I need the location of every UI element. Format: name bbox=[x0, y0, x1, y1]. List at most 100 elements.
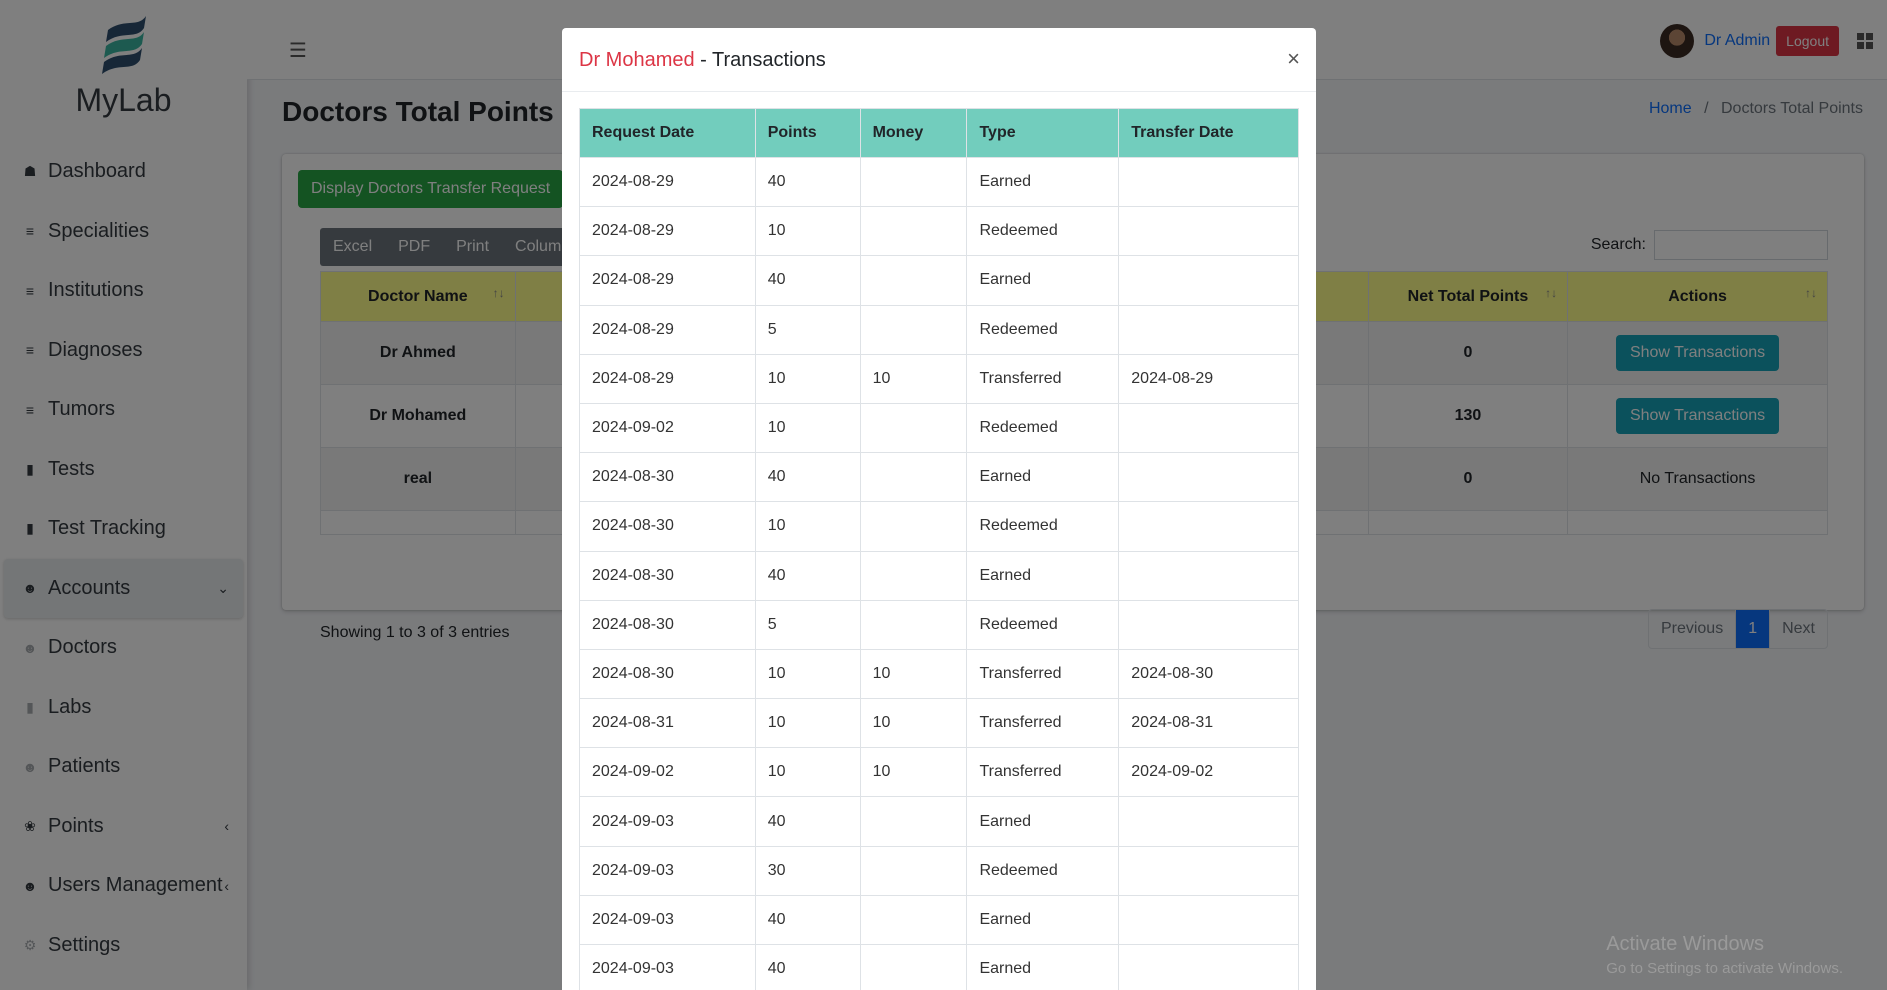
type-cell: Transferred bbox=[966, 648, 1120, 700]
transfer-date-cell: 2024-08-30 bbox=[1118, 648, 1299, 700]
transfer-date-cell bbox=[1118, 943, 1299, 990]
points-cell: 30 bbox=[754, 845, 861, 896]
points-cell: 10 bbox=[754, 353, 861, 404]
request-date-cell: 2024-08-30 bbox=[579, 501, 756, 552]
transactions-modal: Dr Mohamed - Transactions × Request Date… bbox=[562, 28, 1316, 990]
column-header-type: Type bbox=[966, 108, 1120, 158]
transfer-date-cell bbox=[1118, 550, 1299, 601]
request-date-cell: 2024-08-29 bbox=[579, 156, 756, 208]
type-cell: Redeemed bbox=[966, 501, 1120, 552]
table-row: 2024-08-30 5 Redeemed bbox=[579, 599, 1299, 650]
points-cell: 40 bbox=[754, 255, 861, 306]
modal-title: Dr Mohamed - Transactions bbox=[579, 49, 826, 72]
windows-activation-watermark: Activate Windows Go to Settings to activ… bbox=[1606, 933, 1843, 977]
money-cell bbox=[859, 501, 968, 552]
request-date-cell: 2024-08-30 bbox=[579, 648, 756, 700]
points-cell: 40 bbox=[754, 796, 861, 847]
transfer-date-cell bbox=[1118, 452, 1299, 503]
transfer-date-cell bbox=[1118, 599, 1299, 650]
request-date-cell: 2024-08-30 bbox=[579, 599, 756, 650]
transfer-date-cell bbox=[1118, 501, 1299, 552]
transfer-date-cell bbox=[1118, 894, 1299, 946]
transfer-date-cell: 2024-08-31 bbox=[1118, 698, 1299, 749]
table-row: 2024-08-31 10 10 Transferred 2024-08-31 bbox=[579, 698, 1299, 749]
type-cell: Redeemed bbox=[966, 304, 1120, 355]
transfer-date-cell: 2024-09-02 bbox=[1118, 747, 1299, 798]
money-cell bbox=[859, 796, 968, 847]
money-cell: 10 bbox=[859, 698, 968, 749]
transfer-date-cell bbox=[1118, 845, 1299, 896]
type-cell: Earned bbox=[966, 550, 1120, 601]
points-cell: 40 bbox=[754, 156, 861, 208]
money-cell bbox=[859, 156, 968, 208]
points-cell: 40 bbox=[754, 452, 861, 503]
points-cell: 10 bbox=[754, 501, 861, 552]
table-row: 2024-09-03 40 Earned bbox=[579, 796, 1299, 847]
transfer-date-cell bbox=[1118, 206, 1299, 257]
money-cell: 10 bbox=[859, 747, 968, 798]
table-row: 2024-08-29 40 Earned bbox=[579, 156, 1299, 208]
money-cell bbox=[859, 304, 968, 355]
type-cell: Earned bbox=[966, 943, 1120, 990]
close-icon[interactable]: × bbox=[1287, 46, 1300, 72]
points-cell: 40 bbox=[754, 894, 861, 946]
type-cell: Earned bbox=[966, 255, 1120, 306]
type-cell: Earned bbox=[966, 796, 1120, 847]
type-cell: Transferred bbox=[966, 747, 1120, 798]
transfer-date-cell bbox=[1118, 156, 1299, 208]
column-header-transfer-date: Transfer Date bbox=[1118, 108, 1299, 158]
points-cell: 40 bbox=[754, 550, 861, 601]
table-row: 2024-08-29 40 Earned bbox=[579, 255, 1299, 306]
table-row: 2024-08-29 10 10 Transferred 2024-08-29 bbox=[579, 353, 1299, 404]
request-date-cell: 2024-08-29 bbox=[579, 304, 756, 355]
request-date-cell: 2024-09-03 bbox=[579, 943, 756, 990]
watermark-subtitle: Go to Settings to activate Windows. bbox=[1606, 960, 1843, 977]
points-cell: 10 bbox=[754, 698, 861, 749]
modal-doctor-name: Dr Mohamed bbox=[579, 49, 695, 71]
type-cell: Redeemed bbox=[966, 402, 1120, 454]
column-header-request-date: Request Date bbox=[579, 108, 756, 158]
table-row: 2024-09-03 30 Redeemed bbox=[579, 845, 1299, 896]
request-date-cell: 2024-09-03 bbox=[579, 845, 756, 896]
request-date-cell: 2024-09-03 bbox=[579, 796, 756, 847]
table-row: 2024-09-02 10 Redeemed bbox=[579, 402, 1299, 454]
money-cell bbox=[859, 452, 968, 503]
money-cell: 10 bbox=[859, 648, 968, 700]
request-date-cell: 2024-08-29 bbox=[579, 206, 756, 257]
request-date-cell: 2024-08-30 bbox=[579, 452, 756, 503]
type-cell: Redeemed bbox=[966, 599, 1120, 650]
column-header-money: Money bbox=[859, 108, 968, 158]
request-date-cell: 2024-09-03 bbox=[579, 894, 756, 946]
table-row: 2024-08-30 10 10 Transferred 2024-08-30 bbox=[579, 648, 1299, 700]
modal-title-suffix: - Transactions bbox=[694, 49, 826, 71]
transfer-date-cell bbox=[1118, 304, 1299, 355]
column-header-points: Points bbox=[754, 108, 861, 158]
transfer-date-cell bbox=[1118, 255, 1299, 306]
money-cell bbox=[859, 206, 968, 257]
points-cell: 5 bbox=[754, 599, 861, 650]
points-cell: 40 bbox=[754, 943, 861, 990]
table-row: 2024-09-03 40 Earned bbox=[579, 894, 1299, 946]
request-date-cell: 2024-08-31 bbox=[579, 698, 756, 749]
points-cell: 10 bbox=[754, 402, 861, 454]
request-date-cell: 2024-09-02 bbox=[579, 402, 756, 454]
money-cell bbox=[859, 255, 968, 306]
transactions-table: Request Date Points Money Type Transfer … bbox=[579, 108, 1299, 990]
request-date-cell: 2024-09-02 bbox=[579, 747, 756, 798]
transfer-date-cell bbox=[1118, 402, 1299, 454]
type-cell: Transferred bbox=[966, 353, 1120, 404]
transfer-date-cell bbox=[1118, 796, 1299, 847]
money-cell bbox=[859, 894, 968, 946]
transfer-date-cell: 2024-08-29 bbox=[1118, 353, 1299, 404]
table-row: 2024-09-03 40 Earned bbox=[579, 943, 1299, 990]
table-row: 2024-08-30 40 Earned bbox=[579, 550, 1299, 601]
table-row: 2024-08-30 40 Earned bbox=[579, 452, 1299, 503]
type-cell: Earned bbox=[966, 156, 1120, 208]
money-cell bbox=[859, 943, 968, 990]
type-cell: Earned bbox=[966, 452, 1120, 503]
money-cell bbox=[859, 599, 968, 650]
type-cell: Redeemed bbox=[966, 845, 1120, 896]
table-row: 2024-08-29 10 Redeemed bbox=[579, 206, 1299, 257]
table-row: 2024-08-30 10 Redeemed bbox=[579, 501, 1299, 552]
points-cell: 5 bbox=[754, 304, 861, 355]
